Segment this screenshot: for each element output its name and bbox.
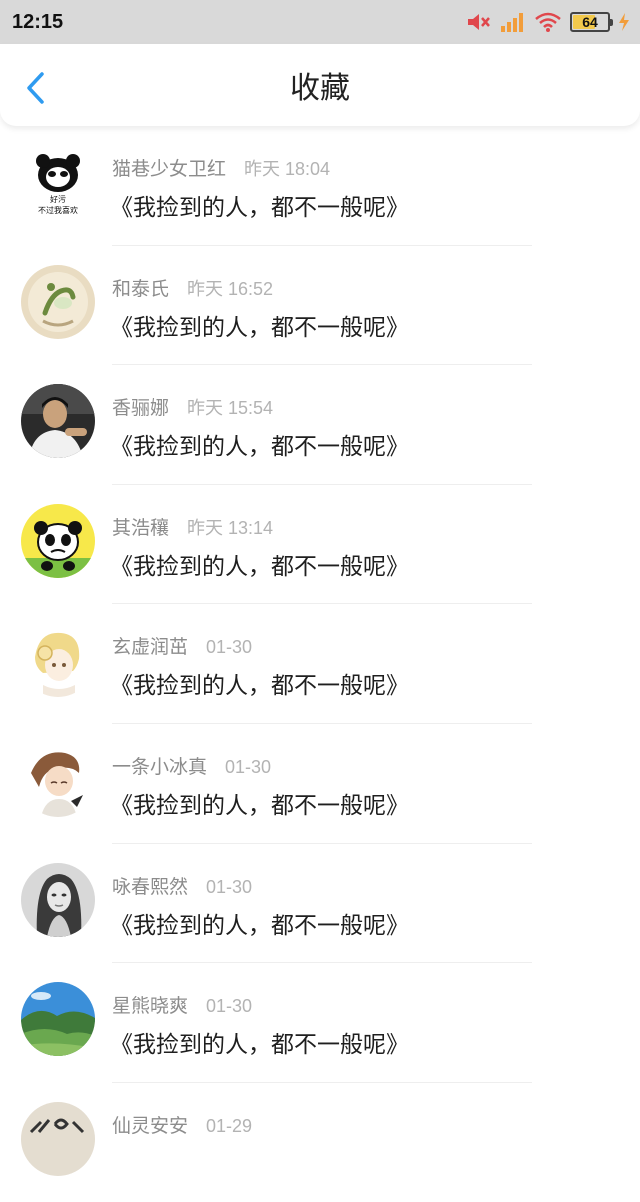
list-item[interactable]: 其浩穰 昨天 13:14 《我捡到的人，都不一般呢》 [0, 485, 640, 605]
list-item[interactable]: 玄虚润茁 01-30 《我捡到的人，都不一般呢》 [0, 604, 640, 724]
item-name: 仙灵安安 [112, 1114, 189, 1137]
back-button[interactable] [18, 68, 52, 108]
svg-text:好污: 好污 [50, 194, 66, 204]
list-item[interactable]: 香骊娜 昨天 15:54 《我捡到的人，都不一般呢》 [0, 365, 640, 485]
item-meta: 玄虚润茁 01-30 [112, 632, 252, 659]
charging-bolt-icon [618, 12, 630, 32]
item-meta: 一条小冰真 01-30 [112, 752, 271, 779]
item-time: 昨天 15:54 [187, 398, 274, 419]
list-item[interactable]: 星熊晓爽 01-30 《我捡到的人，都不一般呢》 [0, 963, 640, 1083]
nav-bar: 收藏 [0, 44, 640, 126]
list-item[interactable]: 好污 不过我喜欢 猫巷少女卫红 昨天 18:04 《我捡到的人，都不一般呢》 [0, 126, 640, 246]
signal-icon [500, 11, 526, 33]
status-bar: 12:15 64 [0, 0, 640, 44]
avatar [21, 1101, 95, 1176]
status-icons: 64 [466, 11, 630, 33]
item-time: 01-30 [206, 996, 253, 1017]
item-meta: 猫巷少女卫红 昨天 18:04 [112, 154, 330, 181]
favorites-list: 好污 不过我喜欢 猫巷少女卫红 昨天 18:04 《我捡到的人，都不一般呢》 和… [0, 126, 640, 1202]
avatar [21, 862, 95, 937]
avatar [21, 264, 95, 339]
list-item[interactable]: 一条小冰真 01-30 《我捡到的人，都不一般呢》 [0, 724, 640, 844]
item-name: 玄虚润茁 [112, 636, 189, 659]
wifi-icon [534, 11, 562, 33]
avatar [21, 384, 95, 459]
item-message: 《我捡到的人，都不一般呢》 [110, 195, 409, 221]
battery-icon: 64 [570, 12, 613, 32]
item-time: 昨天 18:04 [244, 159, 331, 179]
chevron-left-icon [27, 72, 44, 104]
item-name: 和泰氏 [112, 277, 170, 300]
list-item[interactable]: 和泰氏 昨天 16:52 《我捡到的人，都不一般呢》 [0, 246, 640, 366]
item-name: 咏春熙然 [112, 875, 189, 898]
avatar: 好污 不过我喜欢 [21, 145, 95, 219]
item-name: 其浩穰 [112, 516, 170, 539]
item-meta: 其浩穰 昨天 13:14 [112, 513, 273, 540]
item-name: 一条小冰真 [112, 755, 208, 778]
list-item[interactable]: 仙灵安安 01-29 [0, 1083, 640, 1202]
item-meta: 和泰氏 昨天 16:52 [112, 274, 273, 301]
svg-text:不过我喜欢: 不过我喜欢 [38, 205, 78, 215]
item-message: 《我捡到的人，都不一般呢》 [110, 553, 409, 580]
item-name: 香骊娜 [112, 397, 170, 420]
item-time: 昨天 13:14 [187, 517, 274, 538]
item-message: 《我捡到的人，都不一般呢》 [110, 434, 409, 461]
item-meta: 咏春熙然 01-30 [112, 872, 252, 899]
item-time: 01-30 [225, 756, 272, 777]
item-time: 01-30 [206, 637, 253, 658]
item-message: 《我捡到的人，都不一般呢》 [110, 673, 409, 700]
item-message: 《我捡到的人，都不一般呢》 [110, 1032, 409, 1059]
avatar [21, 982, 95, 1057]
muted-speaker-icon [466, 11, 492, 33]
item-message: 《我捡到的人，都不一般呢》 [110, 792, 409, 819]
item-message: 《我捡到的人，都不一般呢》 [110, 314, 409, 341]
item-meta: 香骊娜 昨天 15:54 [112, 393, 273, 420]
avatar [21, 623, 95, 698]
item-meta: 仙灵安安 01-29 [112, 1111, 252, 1138]
item-time: 01-30 [206, 876, 253, 897]
item-name: 猫巷少女卫红 [112, 158, 227, 180]
item-time: 昨天 16:52 [187, 278, 274, 299]
status-time: 12:15 [12, 10, 64, 33]
item-name: 星熊晓爽 [112, 995, 189, 1018]
item-message: 《我捡到的人，都不一般呢》 [110, 912, 409, 939]
page-title: 收藏 [290, 71, 350, 106]
list-item[interactable]: 咏春熙然 01-30 《我捡到的人，都不一般呢》 [0, 844, 640, 964]
battery-level: 64 [582, 14, 598, 30]
avatar [21, 503, 95, 578]
avatar [21, 742, 95, 817]
item-meta: 星熊晓爽 01-30 [112, 991, 252, 1018]
item-time: 01-29 [206, 1115, 253, 1136]
